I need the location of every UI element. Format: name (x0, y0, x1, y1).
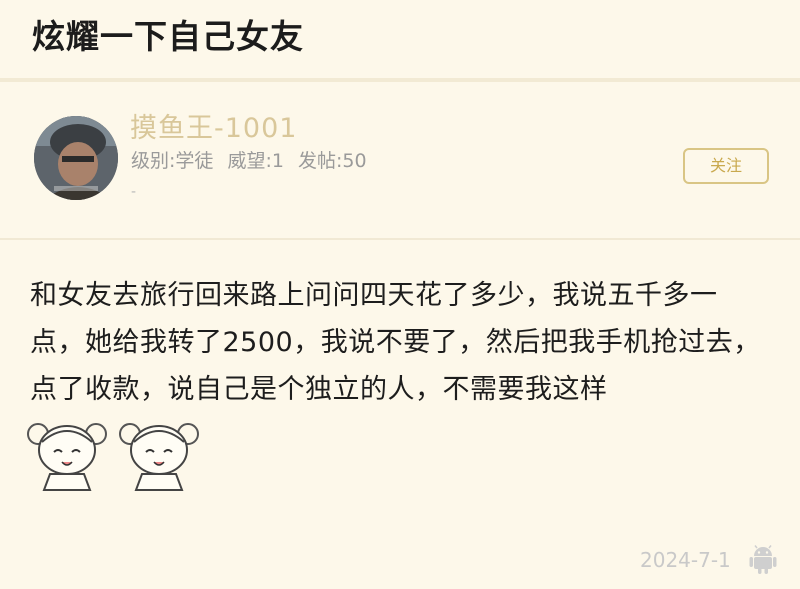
post-content: 和女友去旅行回来路上问问四天花了多少，我说五千多一点，她给我转了2500，我说不… (30, 280, 761, 405)
avatar-image (34, 116, 118, 200)
user-stats: 级别:学徒 威望:1 发帖:50 (131, 146, 375, 173)
chibi-girl-sticker-icon (119, 423, 199, 491)
username[interactable]: 摸鱼王-1001 (130, 106, 297, 145)
author-card: 摸鱼王-1001 级别:学徒 威望:1 发帖:50 - 关注 (0, 82, 800, 240)
user-level: 级别:学徒 (131, 150, 214, 172)
chibi-girl-sticker-icon (27, 423, 107, 491)
follow-button[interactable]: 关注 (683, 148, 769, 184)
android-icon (749, 545, 777, 574)
user-post-count: 发帖:50 (298, 150, 367, 172)
post-date: 2024-7-1 (640, 548, 731, 572)
title-bar: 炫耀一下自己女友 (0, 0, 800, 82)
avatar[interactable] (34, 116, 118, 200)
user-extra: - (131, 184, 137, 200)
emoji-stickers (24, 412, 204, 494)
user-reputation: 威望:1 (227, 150, 284, 172)
page-title: 炫耀一下自己女友 (32, 17, 304, 56)
